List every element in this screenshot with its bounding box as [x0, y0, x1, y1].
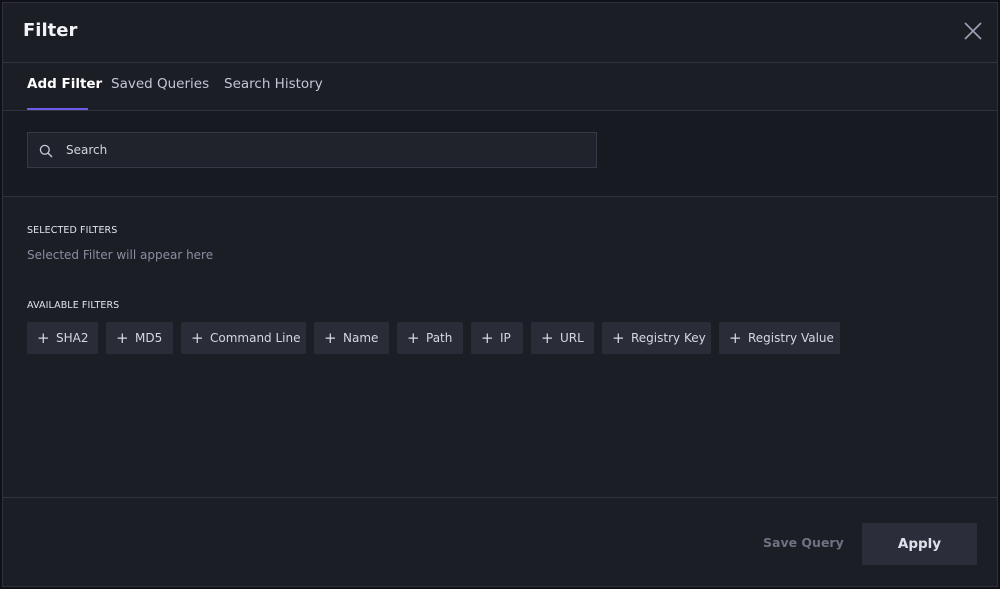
filter-chip-ip[interactable]: + IP	[471, 322, 523, 354]
tab-bar: Add Filter Saved Queries Search History	[3, 63, 997, 111]
selected-filters-empty-text: Selected Filter will appear here	[27, 248, 214, 262]
filter-chip-path[interactable]: + Path	[397, 322, 463, 354]
filter-chip-label: Registry Value	[748, 331, 834, 345]
save-query-button[interactable]: Save Query	[763, 535, 844, 550]
apply-button[interactable]: Apply	[862, 523, 977, 565]
filter-chip-label: URL	[560, 331, 584, 345]
search-box[interactable]	[27, 132, 597, 168]
dialog-footer: Save Query Apply	[3, 497, 997, 587]
filter-chip-md5[interactable]: + MD5	[106, 322, 173, 354]
filter-chip-registry-value[interactable]: + Registry Value	[719, 322, 840, 354]
filter-chip-url[interactable]: + URL	[531, 322, 594, 354]
plus-icon: +	[612, 329, 625, 347]
filter-chip-label: Path	[426, 331, 453, 345]
filter-chip-label: Registry Key	[631, 331, 706, 345]
search-input[interactable]	[66, 133, 586, 167]
plus-icon: +	[407, 329, 420, 347]
plus-icon: +	[37, 329, 50, 347]
available-filters-heading: AVAILABLE FILTERS	[27, 300, 120, 311]
close-icon[interactable]	[963, 21, 983, 41]
selected-filters-heading: SELECTED FILTERS	[27, 225, 118, 236]
search-icon	[39, 143, 53, 158]
filter-chip-command-line[interactable]: + Command Line	[181, 322, 306, 354]
plus-icon: +	[116, 329, 129, 347]
search-area	[3, 111, 997, 197]
plus-icon: +	[191, 329, 204, 347]
plus-icon: +	[729, 329, 742, 347]
filter-chip-label: SHA2	[56, 331, 89, 345]
dialog-title: Filter	[23, 20, 78, 41]
filter-chip-label: MD5	[135, 331, 163, 345]
filter-chip-registry-key[interactable]: + Registry Key	[602, 322, 711, 354]
filter-dialog: Filter Add Filter Saved Queries Search H…	[2, 2, 998, 587]
active-tab-indicator	[27, 108, 88, 110]
plus-icon: +	[541, 329, 554, 347]
filter-chip-sha2[interactable]: + SHA2	[27, 322, 98, 354]
tab-saved-queries[interactable]: Saved Queries	[111, 76, 209, 92]
plus-icon: +	[324, 329, 337, 347]
tab-search-history[interactable]: Search History	[224, 76, 323, 92]
plus-icon: +	[481, 329, 494, 347]
tab-add-filter[interactable]: Add Filter	[27, 76, 102, 92]
dialog-header: Filter	[3, 3, 997, 63]
filter-chip-label: Command Line	[210, 331, 301, 345]
filter-chip-label: Name	[343, 331, 379, 345]
filter-chip-name[interactable]: + Name	[314, 322, 389, 354]
filter-chip-label: IP	[500, 331, 511, 345]
